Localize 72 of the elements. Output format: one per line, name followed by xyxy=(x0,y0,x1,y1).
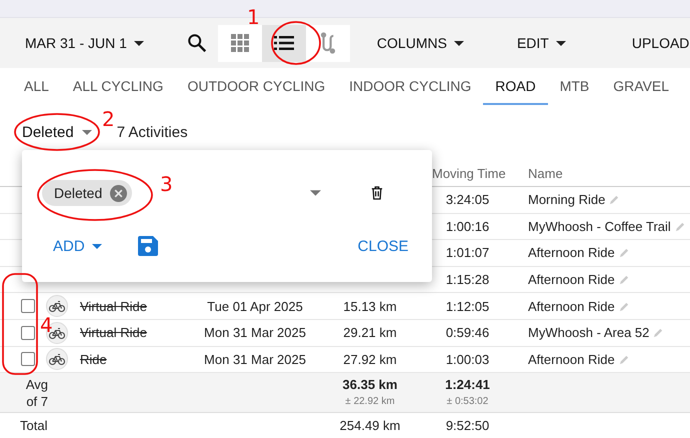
table-cell: 1:15:28 xyxy=(446,272,490,288)
caret-icon[interactable] xyxy=(310,190,322,196)
row-checkbox[interactable] xyxy=(21,352,35,366)
table-cell: Tue 01 Apr 2025 xyxy=(207,298,303,314)
deviation-value: ± 22.92 km xyxy=(345,394,395,409)
filter-dropdown[interactable]: Deleted xyxy=(22,124,92,141)
table-cell: 27.92 km xyxy=(343,352,397,367)
activity-type: Virtual Ride xyxy=(80,298,147,314)
grid-icon xyxy=(230,34,249,52)
route-icon xyxy=(320,31,336,55)
activity-count: 7 Activities xyxy=(116,124,188,141)
caret-icon xyxy=(556,40,566,46)
caret-icon xyxy=(134,40,144,46)
tab[interactable]: OUTDOOR CYCLING xyxy=(175,68,338,105)
column-header: Name xyxy=(527,166,564,180)
activity-type: Ride xyxy=(80,352,107,367)
filter-chip[interactable]: Deleted xyxy=(42,180,132,206)
tab[interactable]: ALL xyxy=(12,68,61,105)
search-icon[interactable] xyxy=(186,32,208,54)
add-dropdown[interactable]: ADD xyxy=(53,238,102,254)
table-cell: 15.13 km xyxy=(343,298,397,314)
avg-label: of 7 xyxy=(26,392,48,410)
tab[interactable]: ROAD xyxy=(483,68,548,105)
table-cell: 1:00:03 xyxy=(446,352,490,367)
total-label: Total xyxy=(20,418,48,434)
caret-icon xyxy=(92,244,102,248)
activity-name: Morning Ride xyxy=(528,192,606,208)
deviation-value: ± 0:53:02 xyxy=(446,394,488,409)
total-value: 254.49 km xyxy=(340,418,400,434)
table-cell: 1:01:07 xyxy=(446,245,490,260)
activity-name: MyWhoosh - Area 52 xyxy=(528,325,650,340)
upload-button[interactable]: UPLOAD xyxy=(632,35,690,51)
table-cell: 29.21 km xyxy=(343,325,397,340)
activity-name: Afternoon Ride xyxy=(528,298,615,314)
tab[interactable]: INDOOR CYCLING xyxy=(337,68,484,105)
menu-dropdown[interactable]: COLUMNS xyxy=(376,35,464,51)
trash-icon[interactable] xyxy=(371,186,384,200)
annotation-number: 4 xyxy=(40,313,53,337)
close-icon[interactable] xyxy=(110,184,128,202)
annotation-number: 3 xyxy=(160,172,173,196)
activity-name: MyWhoosh - Coffee Trail xyxy=(528,218,671,234)
row-checkbox[interactable] xyxy=(21,299,35,314)
table-cell: 3:24:05 xyxy=(446,192,490,208)
table-cell: Mon 31 Mar 2025 xyxy=(204,325,306,340)
table-cell: 0:59:46 xyxy=(446,325,490,340)
row-checkbox[interactable] xyxy=(21,326,35,340)
menu-dropdown[interactable]: EDIT xyxy=(516,35,566,51)
table-cell: 1:00:16 xyxy=(446,218,490,234)
tab[interactable]: MTB xyxy=(548,68,602,105)
table-cell: Mon 31 Mar 2025 xyxy=(204,352,306,367)
activity-name: Afternoon Ride xyxy=(528,272,615,288)
date-range-dropdown[interactable]: MAR 31 - JUN 1 xyxy=(25,35,144,51)
annotation-number: 1 xyxy=(247,5,260,29)
total-value: 9:52:50 xyxy=(446,418,490,434)
table-cell: 1:12:05 xyxy=(446,298,490,314)
list-icon xyxy=(274,36,294,50)
column-header: Moving Time xyxy=(431,166,507,180)
save-icon[interactable] xyxy=(138,236,158,256)
bicycle-icon xyxy=(46,295,68,318)
average-value: 1:24:41 xyxy=(445,376,490,393)
activity-type: Virtual Ride xyxy=(80,325,147,340)
average-value: 36.35 km xyxy=(342,376,398,393)
activity-name: Afternoon Ride xyxy=(528,352,615,367)
tab[interactable]: GRAVEL xyxy=(601,68,682,105)
caret-icon xyxy=(82,130,92,135)
activity-name: Afternoon Ride xyxy=(528,245,615,260)
list-view-button[interactable] xyxy=(262,24,306,62)
annotation-number: 2 xyxy=(102,107,115,131)
caret-icon xyxy=(454,40,464,46)
close-button[interactable]: CLOSE xyxy=(358,238,409,254)
tab[interactable]: ALL CYCLING xyxy=(60,68,176,105)
avg-label: Avg xyxy=(26,376,48,393)
